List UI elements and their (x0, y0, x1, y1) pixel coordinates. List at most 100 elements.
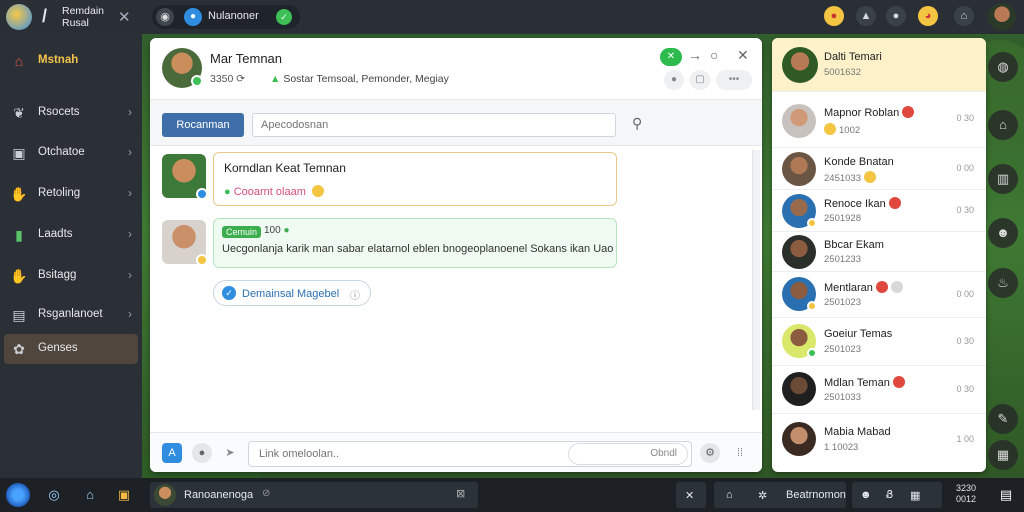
contact-item[interactable]: Mentlaran 2501023 0 00 (772, 272, 986, 318)
sidebar-item-bsitagg[interactable]: ✋ Bsitagg › (4, 261, 138, 291)
sidebar-item-laadts[interactable]: ▮ Laadts › (4, 220, 138, 250)
contact-item[interactable]: Mdlan Teman 2501033 0 30 (772, 366, 986, 414)
tray-app[interactable]: ⌂ ✲ Beatrnomon (714, 482, 846, 508)
message-avatar[interactable] (162, 220, 208, 266)
rocanman-button[interactable]: Rocanman (162, 113, 244, 137)
message-avatar[interactable] (162, 154, 208, 200)
scrollbar[interactable] (752, 150, 760, 410)
verified-chip[interactable]: ✓ Demainsal Magebel ⓘ (213, 280, 371, 306)
contact-avatar (782, 235, 816, 269)
start-button[interactable] (6, 483, 30, 507)
contact-sub: 2501033 (824, 392, 861, 403)
store-icon[interactable]: ⌂ (80, 485, 100, 505)
sidebar-item-rsganlanoet[interactable]: ▤ Rsganlanoet › (4, 300, 138, 330)
app-logo-icon[interactable] (6, 4, 32, 30)
chat-avatar[interactable] (162, 48, 203, 88)
square-icon[interactable]: ▢ (690, 70, 710, 90)
home-icon[interactable]: ⌂ (954, 6, 974, 26)
house-icon[interactable]: ⌂ (988, 110, 1018, 140)
contact-avatar (782, 47, 818, 83)
server-selector[interactable]: ◉ ● Nulanoner ✓ (152, 5, 300, 29)
contacts-panel: Dalti Temari 5001632 Mapnor Roblan 1002 … (772, 38, 986, 472)
contact-name: Dalti Temari (824, 51, 882, 63)
clock[interactable]: 3230 0012 (946, 483, 986, 505)
contact-avatar (782, 422, 816, 456)
close-icon[interactable]: ✕ (118, 8, 131, 26)
sidebar: ⌂ Mstnah ❦ Rsocets › ▣ Otchatoe › ✋ Reto… (0, 34, 142, 478)
arrow-icon[interactable]: → (688, 47, 702, 63)
settings-icon[interactable]: ⚙ (700, 443, 720, 463)
sidebar-item-genses[interactable]: ✿ Genses (4, 334, 138, 364)
status-dot (807, 348, 817, 358)
emoji-icon (875, 281, 888, 293)
message-bubble[interactable]: Korndlan Keat Temnan ● Cooarnt olaam (213, 152, 617, 206)
brand-separator: / (42, 6, 48, 26)
more-icon[interactable]: ••• (716, 70, 752, 90)
filter-input[interactable] (252, 113, 616, 137)
search-icon[interactable]: ⚲ (632, 115, 642, 132)
wrench-icon[interactable]: ✎ (988, 404, 1018, 434)
search-icon[interactable]: ○ (710, 47, 718, 63)
message-bubble[interactable]: Cemuin 100 ● Uecgonlanja karik man sabar… (213, 218, 617, 268)
sidebar-brand[interactable]: ⌂ Mstnah (4, 46, 138, 76)
character-icon[interactable]: ☻ (988, 218, 1018, 248)
campfire-icon[interactable]: ♨ (988, 268, 1018, 298)
close-icon[interactable]: ✕ (737, 47, 749, 64)
tools-icon[interactable]: ▦ (988, 440, 1018, 470)
clock-date: 0012 (955, 494, 977, 504)
sidebar-brand-label: Mstnah (38, 54, 79, 66)
emoji-notification-icon[interactable]: ● (824, 6, 844, 26)
sidebar-item-label: Genses (38, 342, 78, 354)
contact-item[interactable]: Bbcar Ekam 2501233 (772, 232, 986, 272)
expand-icon[interactable]: ✕ (660, 48, 682, 66)
building-icon[interactable]: ▥ (988, 164, 1018, 194)
online-dot (191, 75, 203, 87)
contact-name: Mapnor Roblan (824, 106, 915, 119)
sidebar-item-rsocets[interactable]: ❦ Rsocets › (4, 98, 138, 128)
grid-icon[interactable]: ⁞⁞ (730, 443, 750, 463)
house-icon: ⌂ (14, 53, 24, 69)
map-icon[interactable]: ◍ (988, 52, 1018, 82)
sidebar-item-label: Bsitagg (38, 269, 77, 281)
location-icon: ● (184, 8, 202, 26)
browser-icon[interactable]: ◎ (44, 485, 64, 505)
drop-icon[interactable]: ▲ (856, 6, 876, 26)
sidebar-item-retoling[interactable]: ✋ Retoling › (4, 179, 138, 209)
reaction-icon[interactable]: ◕ (918, 6, 938, 26)
chat-title: Mar Temnan (210, 51, 283, 66)
volume-icon: Ᏸ (886, 489, 894, 501)
attach-icon[interactable]: A (162, 443, 182, 463)
chevron-right-icon: › (128, 186, 132, 200)
chat-meta: ▲ Sostar Temsoal, Pemonder, Megiay (270, 73, 449, 85)
close-icon[interactable]: ⊠ (456, 487, 465, 500)
tray-tools[interactable]: ✕ (676, 482, 706, 508)
message-count: 100 ● (264, 225, 290, 236)
emoji-icon[interactable]: ● (192, 443, 212, 463)
record-icon[interactable]: ● (886, 6, 906, 26)
notification-icon[interactable]: ▤ (996, 485, 1016, 505)
link-icon: ⊘ (262, 488, 271, 499)
online-status-icon: ✓ (276, 9, 292, 25)
contact-meta: 0 00 (956, 289, 974, 299)
verified-label: Demainsal Magebel (242, 288, 340, 300)
tray-status[interactable]: ☻ Ᏸ ▦ (852, 482, 942, 508)
taskbar-app[interactable]: Ranoanenoga ⊘ ⊠ (150, 482, 478, 508)
send-arrow-icon[interactable]: ➤ (220, 443, 240, 463)
sidebar-item-otchatoe[interactable]: ▣ Otchatoe › (4, 138, 138, 168)
contact-item[interactable]: Konde Bnatan 2451033 0 00 (772, 148, 986, 190)
clock-time: 3230 (955, 483, 977, 493)
user-avatar[interactable] (988, 3, 1016, 31)
check-icon: ✓ (222, 286, 236, 300)
send-field[interactable]: Obndl (568, 443, 688, 465)
gear-icon: ✲ (758, 490, 768, 502)
contact-item[interactable]: Goeiur Temas 2501023 0 30 (772, 318, 986, 366)
folder-icon[interactable]: ▣ (114, 485, 134, 505)
contact-item[interactable]: Renoce Ikan 2501928 0 30 (772, 190, 986, 232)
contact-name: Goeiur Temas (824, 328, 893, 340)
contact-meta: 0 30 (956, 384, 974, 394)
contact-item[interactable]: Dalti Temari 5001632 (772, 38, 986, 92)
contact-item[interactable]: Mabia Mabad 1 10023 1 00 (772, 414, 986, 472)
contact-item[interactable]: Mapnor Roblan 1002 0 30 (772, 96, 986, 148)
drop-icon[interactable]: ● (664, 70, 684, 90)
message-sub: ● Cooarnt olaam (224, 185, 324, 198)
